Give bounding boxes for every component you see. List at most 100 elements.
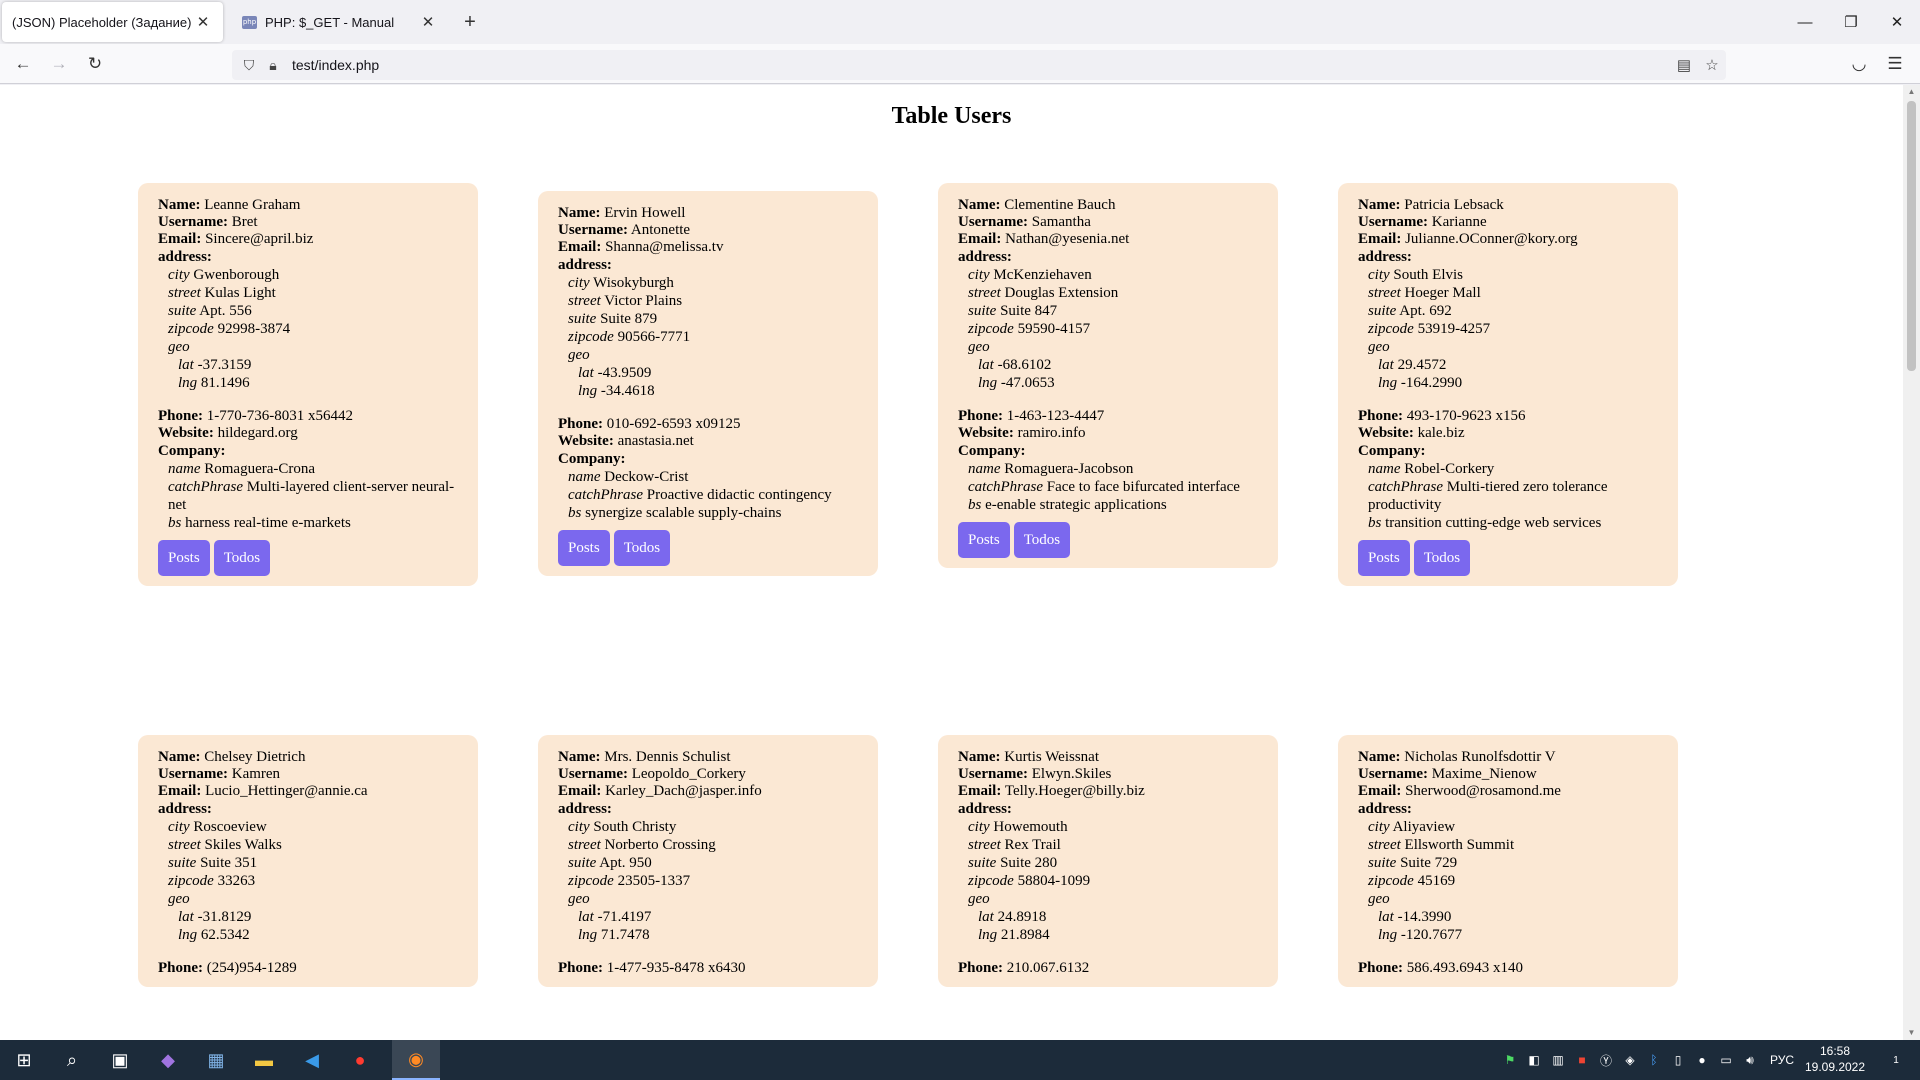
geo-lat-label: lat xyxy=(1378,909,1394,925)
tab-php-manual[interactable]: php PHP: $_GET - Manual ✕ xyxy=(232,2,448,42)
todos-button[interactable]: Todos xyxy=(1413,540,1471,576)
firefox-icon[interactable]: ◉ xyxy=(392,1040,440,1080)
network-icon[interactable]: ▭ xyxy=(1714,1053,1738,1067)
task-view-icon[interactable]: ▣ xyxy=(96,1040,144,1080)
microphone-icon[interactable]: ● xyxy=(1690,1053,1714,1067)
language-indicator[interactable]: РУС xyxy=(1762,1053,1802,1067)
card-actions: Posts Todos xyxy=(558,530,858,566)
minimize-button[interactable]: — xyxy=(1782,0,1828,44)
yandex-tray-icon[interactable]: Ⓨ xyxy=(1594,1052,1618,1069)
user-website-label: Website: xyxy=(158,425,214,441)
address-section: address: city Gwenborough street Kulas Lig… xyxy=(158,248,458,392)
user-name: Name: Clementine Bauch xyxy=(958,197,1258,214)
address-suite: suite Suite 729 xyxy=(1358,854,1658,872)
address-heading: address: xyxy=(958,249,1012,265)
user-website-value: kale.biz xyxy=(1417,425,1465,441)
address-street-value: Douglas Extension xyxy=(1004,285,1119,301)
user-username-value: Maxime_Nienow xyxy=(1431,766,1537,782)
close-tab-icon[interactable]: ✕ xyxy=(193,13,213,31)
company-catchphrase: catchPhrase Proactive didactic contingen… xyxy=(558,486,858,504)
geo-label: geo xyxy=(168,891,190,907)
address-street: street Victor Plains xyxy=(558,292,858,310)
user-username-label: Username: xyxy=(158,214,228,230)
geo-lng: lng 81.1496 xyxy=(158,374,458,392)
address-city-value: Wisokyburgh xyxy=(593,275,674,291)
todos-button[interactable]: Todos xyxy=(1013,522,1071,558)
posts-button[interactable]: Posts xyxy=(558,530,610,566)
reload-button[interactable]: ↻ xyxy=(81,50,109,78)
user-username-value: Karianne xyxy=(1431,214,1487,230)
user-phone-value: 1-463-123-4447 xyxy=(1006,408,1105,424)
todos-button[interactable]: Todos xyxy=(213,540,271,576)
clock[interactable]: 16:58 19.09.2022 xyxy=(1800,1043,1870,1075)
address-city-value: South Christy xyxy=(593,819,677,835)
volume-icon[interactable]: 🔊︎ xyxy=(1738,1053,1762,1068)
user-username-label: Username: xyxy=(558,222,628,238)
company-name-value: Deckow-Crist xyxy=(604,469,689,485)
calculator-icon[interactable]: ▦ xyxy=(192,1040,240,1080)
address-bar[interactable]: ⛉ 🔒︎ test/index.php ▤ ☆ xyxy=(232,50,1726,80)
address-suite-label: suite xyxy=(968,855,997,871)
yandex-browser-icon[interactable]: ● xyxy=(336,1040,384,1080)
geo-heading: geo xyxy=(558,346,858,364)
user-website-value: ramiro.info xyxy=(1017,425,1086,441)
page-scrollbar[interactable]: ▲ ▼ xyxy=(1903,85,1920,1040)
menu-button[interactable]: ☰ xyxy=(1881,50,1909,78)
notification-icon[interactable]: 1 xyxy=(1872,1040,1920,1080)
address-city-value: McKenziehaven xyxy=(993,267,1092,283)
address-zipcode-value: 23505-1337 xyxy=(617,873,691,889)
address-zipcode-value: 59590-4157 xyxy=(1017,321,1091,337)
geo-heading: geo xyxy=(958,338,1258,356)
address-section: address: city Wisokyburgh street Victor Pl… xyxy=(558,256,858,400)
company-name: name Deckow-Crist xyxy=(558,468,858,486)
address-street-label: street xyxy=(968,837,1001,853)
close-tab-icon[interactable]: ✕ xyxy=(418,13,438,31)
user-phone-value: (254)954-1289 xyxy=(206,960,297,976)
todos-button[interactable]: Todos xyxy=(613,530,671,566)
posts-button[interactable]: Posts xyxy=(1358,540,1410,576)
tray-app-icon[interactable]: ■ xyxy=(1570,1053,1594,1067)
user-phone-label: Phone: xyxy=(558,416,603,432)
tab-json-placeholder[interactable]: (JSON) Placeholder (Задание) ✕ xyxy=(2,2,223,42)
reader-view-icon[interactable]: ▤ xyxy=(1670,51,1698,79)
scroll-down-icon[interactable]: ▼ xyxy=(1903,1026,1920,1040)
vscode-icon[interactable]: ◀ xyxy=(288,1040,336,1080)
scroll-up-icon[interactable]: ▲ xyxy=(1903,85,1920,99)
user-phone: Phone: 586.493.6943 x140 xyxy=(1358,960,1658,977)
address-city-label: city xyxy=(168,267,190,283)
address-suite-label: suite xyxy=(168,303,197,319)
pocket-button[interactable]: ◡ xyxy=(1845,50,1873,78)
address-zipcode-value: 45169 xyxy=(1417,873,1456,889)
bluetooth-icon[interactable]: ᛒ xyxy=(1642,1053,1666,1067)
dropbox-icon[interactable]: ◈ xyxy=(1618,1053,1642,1067)
posts-button[interactable]: Posts xyxy=(158,540,210,576)
address-suite-label: suite xyxy=(568,855,597,871)
forward-button[interactable]: → xyxy=(45,50,73,78)
usb-icon[interactable]: ▯ xyxy=(1666,1053,1690,1067)
user-email-label: Email: xyxy=(958,783,1002,799)
shield-icon[interactable]: ⛉ xyxy=(238,54,260,76)
restore-button[interactable]: ❐ xyxy=(1828,0,1874,44)
address-zipcode-value: 58804-1099 xyxy=(1017,873,1091,889)
tray-app-icon[interactable]: ◧ xyxy=(1522,1053,1546,1067)
geo-lat-value: -71.4197 xyxy=(597,909,652,925)
new-tab-button[interactable]: + xyxy=(458,10,482,34)
user-email: Email: Sincere@april.biz xyxy=(158,231,458,248)
tray-app-icon[interactable]: ▥ xyxy=(1546,1053,1570,1067)
flag-icon[interactable]: ⚑ xyxy=(1498,1053,1522,1067)
arrow-right-icon: → xyxy=(50,54,68,73)
posts-button[interactable]: Posts xyxy=(958,522,1010,558)
clock-date: 19.09.2022 xyxy=(1804,1060,1866,1074)
bookmark-star-icon[interactable]: ☆ xyxy=(1698,51,1726,79)
windows-start-icon[interactable]: ⊞ xyxy=(0,1040,48,1080)
visual-studio-icon[interactable]: ◆ xyxy=(144,1040,192,1080)
lock-icon[interactable]: 🔒︎ xyxy=(262,54,284,76)
url-text[interactable]: test/index.php xyxy=(292,57,1670,73)
scroll-thumb[interactable] xyxy=(1907,101,1916,371)
back-button[interactable]: ← xyxy=(9,50,37,78)
search-icon[interactable]: ⌕ xyxy=(48,1040,96,1080)
user-username: Username: Karianne xyxy=(1358,214,1658,231)
user-username: Username: Samantha xyxy=(958,214,1258,231)
file-explorer-icon[interactable]: ▬ xyxy=(240,1040,288,1080)
close-window-button[interactable]: ✕ xyxy=(1874,0,1920,44)
